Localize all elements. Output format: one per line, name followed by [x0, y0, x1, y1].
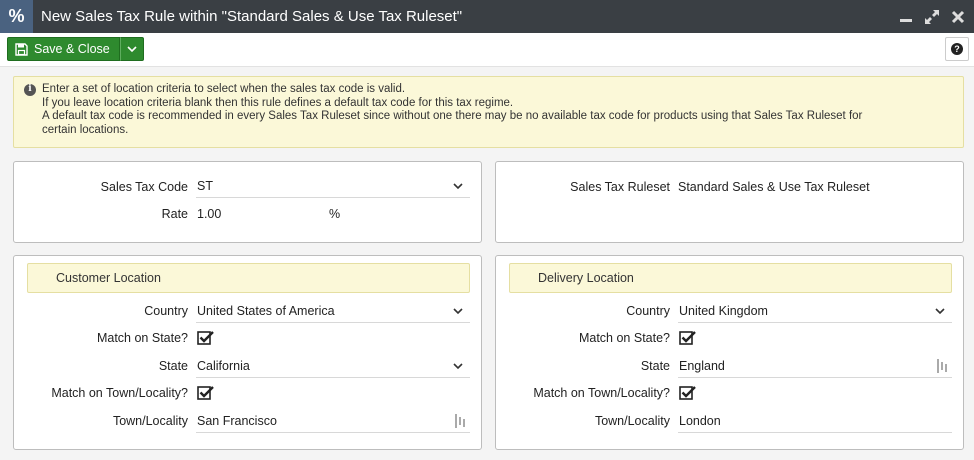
window-controls	[898, 0, 966, 33]
delivery-location-heading: Delivery Location	[509, 263, 952, 293]
customer-country-value: United States of America	[197, 304, 335, 318]
help-button[interactable]: ?	[945, 37, 969, 61]
chevron-down-icon	[453, 363, 463, 370]
delivery-town-input[interactable]: London	[678, 410, 952, 433]
chevron-down-icon	[935, 308, 945, 315]
delivery-match-state-label: Match on State?	[578, 331, 670, 345]
delivery-country-label: Country	[626, 304, 670, 318]
delivery-state-value: England	[679, 359, 725, 373]
delivery-country-value: United Kingdom	[679, 304, 768, 318]
info-line-4: certain locations.	[42, 123, 129, 136]
percent-icon: %	[0, 0, 33, 33]
chevron-down-icon	[453, 308, 463, 315]
customer-country-label: Country	[144, 304, 188, 318]
rate-unit: %	[329, 207, 341, 221]
save-button-label: Save & Close	[34, 42, 110, 56]
customer-match-state-checkbox[interactable]	[197, 330, 215, 346]
tax-code-panel: Sales Tax Code ST Rate 1.00 %	[13, 161, 482, 243]
customer-state-value: California	[197, 359, 250, 373]
window-title: New Sales Tax Rule within "Standard Sale…	[41, 8, 463, 25]
delivery-match-town-label: Match on Town/Locality?	[533, 386, 670, 400]
minimize-icon[interactable]	[898, 9, 914, 25]
delivery-country-select[interactable]: United Kingdom	[678, 300, 952, 323]
delivery-match-state-checkbox[interactable]	[679, 330, 697, 346]
info-message: i Enter a set of location criteria to se…	[13, 76, 964, 148]
title-bar: % New Sales Tax Rule within "Standard Sa…	[0, 0, 974, 33]
rate-value: 1.00	[197, 206, 222, 221]
save-and-close-button[interactable]: Save & Close	[7, 37, 120, 61]
chevron-down-icon	[127, 46, 137, 53]
maximize-icon[interactable]	[924, 9, 940, 25]
delivery-town-value: London	[679, 414, 721, 428]
customer-location-heading: Customer Location	[27, 263, 470, 293]
ruleset-panel: Sales Tax Ruleset Standard Sales & Use T…	[495, 161, 964, 243]
sales-tax-ruleset-label: Sales Tax Ruleset	[570, 180, 670, 194]
rate-input[interactable]: 1.00	[196, 202, 326, 225]
customer-town-label: Town/Locality	[112, 414, 188, 428]
customer-country-select[interactable]: United States of America	[196, 300, 470, 323]
rate-label: Rate	[161, 207, 188, 221]
customer-town-value: San Francisco	[197, 414, 277, 428]
save-options-dropdown[interactable]	[119, 37, 144, 61]
sales-tax-code-select[interactable]: ST	[196, 175, 470, 198]
customer-match-town-label: Match on Town/Locality?	[51, 386, 188, 400]
delivery-state-input[interactable]: England	[678, 355, 952, 378]
sales-tax-code-value: ST	[197, 179, 213, 193]
customer-state-select[interactable]: California	[196, 355, 470, 378]
info-line-1: Enter a set of location criteria to sele…	[42, 83, 406, 95]
delivery-state-label: State	[640, 359, 670, 373]
close-icon[interactable]	[950, 9, 966, 25]
save-button-group: Save & Close	[7, 37, 144, 61]
customer-match-town-checkbox[interactable]	[197, 385, 215, 401]
customer-state-label: State	[158, 359, 188, 373]
info-icon: i	[24, 84, 36, 96]
save-icon	[15, 42, 28, 56]
help-icon: ?	[951, 43, 963, 55]
customer-match-state-label: Match on State?	[96, 331, 188, 345]
lookup-icon[interactable]	[454, 413, 466, 429]
chevron-down-icon	[453, 183, 463, 190]
info-line-2: If you leave location criteria blank the…	[42, 96, 514, 109]
sales-tax-ruleset-value: Standard Sales & Use Tax Ruleset	[678, 180, 870, 194]
delivery-match-town-checkbox[interactable]	[679, 385, 697, 401]
lookup-icon[interactable]	[936, 358, 948, 374]
sales-tax-code-label: Sales Tax Code	[100, 180, 188, 194]
customer-location-panel: Customer Location Country United States …	[13, 255, 482, 450]
toolbar: Save & Close ?	[0, 33, 974, 67]
delivery-location-panel: Delivery Location Country United Kingdom…	[495, 255, 964, 450]
delivery-town-label: Town/Locality	[594, 414, 670, 428]
customer-town-input[interactable]: San Francisco	[196, 410, 470, 433]
info-line-3: A default tax code is recommended in eve…	[42, 110, 863, 122]
